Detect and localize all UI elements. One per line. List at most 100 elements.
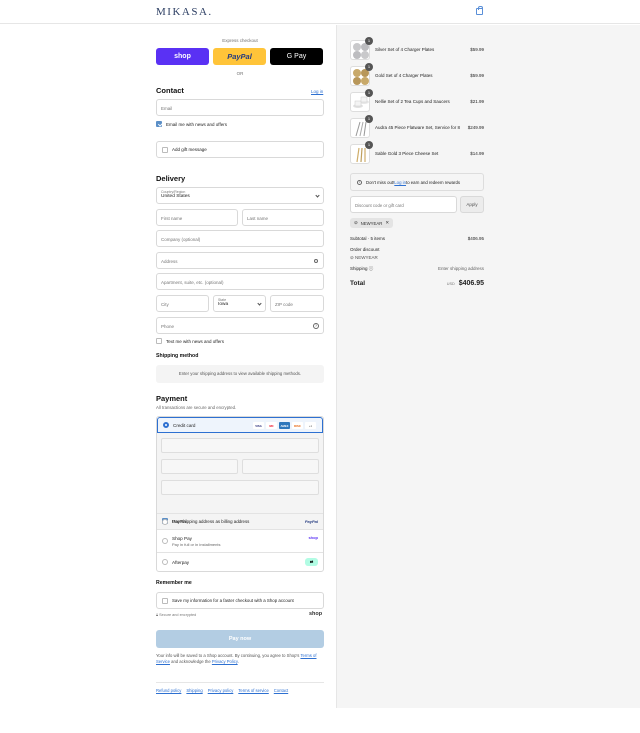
text-news-row[interactable]: Text me with news and offers bbox=[156, 338, 224, 344]
expiration-field[interactable] bbox=[161, 459, 238, 474]
paypal-button[interactable]: PayPal bbox=[213, 48, 266, 65]
order-item: 1 Audra 45 Piece Flatware Set, Service f… bbox=[350, 115, 484, 138]
name-on-card-field[interactable] bbox=[161, 480, 319, 495]
quantity-badge: 1 bbox=[365, 115, 373, 123]
quantity-badge: 1 bbox=[365, 141, 373, 149]
payment-heading: Payment bbox=[156, 394, 188, 403]
company-field[interactable]: Company (optional) bbox=[156, 230, 324, 247]
refund-policy-link[interactable]: Refund policy bbox=[156, 688, 181, 693]
address-field[interactable]: Address bbox=[156, 252, 324, 269]
more-cards-badge: +1 bbox=[305, 422, 316, 429]
item-price: $21.99 bbox=[470, 99, 484, 104]
delivery-heading: Delivery bbox=[156, 174, 186, 183]
email-field[interactable]: Email bbox=[156, 99, 324, 116]
shipping-method-note: Enter your shipping address to view avai… bbox=[156, 365, 324, 383]
afterpay-logo-icon: ⇄ bbox=[305, 558, 318, 566]
shipping-row: Shipping ⓘ Enter shipping address bbox=[350, 266, 484, 272]
discount-tag: ⊘ NEWYEAR ✕ bbox=[350, 218, 393, 228]
login-link[interactable]: Log in bbox=[311, 89, 323, 94]
remove-discount-icon[interactable]: ✕ bbox=[385, 220, 389, 226]
item-price: $59.99 bbox=[470, 47, 484, 52]
payment-subtitle: All transactions are secure and encrypte… bbox=[156, 405, 237, 410]
rewards-login-link[interactable]: Log in bbox=[394, 180, 406, 185]
shop-pay-radio[interactable] bbox=[162, 538, 168, 544]
brand-logo[interactable]: MIKASA. bbox=[156, 6, 213, 18]
phone-field[interactable]: Phone ? bbox=[156, 317, 324, 334]
country-select[interactable]: Country/Region United States bbox=[156, 187, 324, 204]
shop-logo: shop bbox=[309, 611, 323, 617]
security-code-field[interactable] bbox=[242, 459, 319, 474]
zip-field[interactable]: ZIP code bbox=[270, 295, 324, 312]
privacy-policy-link[interactable]: Privacy policy bbox=[208, 688, 234, 693]
terms-of-service-link[interactable]: Terms of service bbox=[238, 688, 268, 693]
shop-pay-option[interactable]: Shop Pay Pay in full or in installments … bbox=[157, 529, 323, 552]
header: MIKASA. bbox=[0, 0, 640, 24]
subtotal-row: Subtotal · 5 items $406.95 bbox=[350, 236, 484, 241]
order-discount-row: Order discount bbox=[350, 247, 484, 252]
shop-pay-text: Shop Pay Pay in full or in installments bbox=[172, 536, 220, 547]
shipping-value: Enter shipping address bbox=[437, 266, 484, 271]
apartment-field[interactable]: Apartment, suite, etc. (optional) bbox=[156, 273, 324, 290]
shipping-link[interactable]: Shipping bbox=[186, 688, 202, 693]
payment-methods: Credit card VISA MC AMEX DISC +1 Use shi… bbox=[156, 416, 324, 572]
text-news-checkbox[interactable] bbox=[156, 338, 162, 344]
first-name-field[interactable]: First name bbox=[156, 209, 238, 226]
save-info-label: Save my information for a faster checkou… bbox=[172, 598, 294, 603]
discount-code-input[interactable]: Discount code or gift card bbox=[350, 196, 457, 213]
save-info-option[interactable]: Save my information for a faster checkou… bbox=[156, 592, 324, 609]
quantity-badge: 1 bbox=[365, 63, 373, 71]
last-name-field[interactable]: Last name bbox=[242, 209, 324, 226]
country-value: United States bbox=[161, 194, 190, 199]
card-number-field[interactable] bbox=[161, 438, 319, 453]
save-info-checkbox[interactable] bbox=[162, 597, 168, 604]
paypal-logo: PayPal bbox=[304, 519, 318, 524]
total-value: $406.95 bbox=[458, 280, 484, 287]
google-pay-button[interactable]: G Pay bbox=[270, 48, 323, 65]
company-placeholder: Company (optional) bbox=[161, 237, 201, 242]
help-icon[interactable]: ⓘ bbox=[369, 266, 374, 271]
footer-divider bbox=[156, 682, 324, 683]
discount-code-label: NEWYEAR bbox=[355, 255, 378, 260]
mastercard-icon: MC bbox=[266, 422, 277, 429]
legal-text-2: and acknowledge the bbox=[169, 659, 212, 665]
pay-now-button[interactable]: Pay now bbox=[156, 630, 324, 648]
remember-me-heading: Remember me bbox=[156, 580, 192, 586]
legal-text-1: Your info will be saved to a Shop accoun… bbox=[156, 653, 301, 658]
city-field[interactable]: City bbox=[156, 295, 209, 312]
state-select[interactable]: State Iowa bbox=[213, 295, 266, 312]
afterpay-option[interactable]: Afterpay ⇄ bbox=[157, 552, 323, 571]
paypal-radio[interactable] bbox=[162, 518, 168, 525]
item-price: $59.99 bbox=[470, 73, 484, 78]
email-placeholder: Email bbox=[161, 106, 173, 111]
search-icon bbox=[314, 259, 318, 263]
discount-placeholder: Discount code or gift card bbox=[355, 203, 404, 208]
text-news-label: Text me with news and offers bbox=[166, 338, 224, 344]
shop-pay-sublabel: Pay in full or in installments bbox=[172, 541, 221, 547]
contact-link[interactable]: Contact bbox=[274, 688, 288, 693]
discount-code-row: ⊘ NEWYEAR bbox=[350, 255, 484, 261]
total-amount: USD $406.95 bbox=[447, 280, 484, 287]
shop-pay-button[interactable]: shop bbox=[156, 48, 209, 65]
help-icon[interactable]: ? bbox=[313, 323, 319, 329]
paypal-label: PayPal bbox=[172, 519, 187, 524]
quantity-badge: 1 bbox=[365, 37, 373, 45]
address-placeholder: Address bbox=[161, 259, 178, 264]
shop-pay-label: Shop Pay bbox=[172, 535, 192, 541]
email-news-row[interactable]: Email me with news and offers bbox=[156, 121, 227, 127]
order-discount-label: Order discount bbox=[350, 247, 380, 252]
quantity-badge: 1 bbox=[365, 89, 373, 97]
apply-discount-button[interactable]: Apply bbox=[460, 196, 484, 213]
credit-card-radio[interactable] bbox=[163, 422, 169, 428]
credit-card-option[interactable]: Credit card VISA MC AMEX DISC +1 bbox=[157, 417, 323, 433]
total-label: Total bbox=[350, 280, 366, 287]
afterpay-radio[interactable] bbox=[162, 559, 168, 565]
visa-icon: VISA bbox=[253, 422, 264, 429]
subtotal-label: Subtotal · 5 items bbox=[350, 236, 386, 241]
shopping-bag-icon[interactable] bbox=[476, 6, 483, 15]
paypal-option[interactable]: PayPal PayPal bbox=[157, 513, 323, 529]
email-news-checkbox[interactable] bbox=[156, 121, 162, 127]
privacy-link[interactable]: Privacy Policy bbox=[212, 659, 238, 664]
gift-message-checkbox[interactable] bbox=[162, 146, 168, 153]
gift-message-option[interactable]: Add gift message bbox=[156, 141, 324, 158]
order-item: 1 Sable Gold 3 Piece Cheese Set $14.99 bbox=[350, 141, 484, 164]
